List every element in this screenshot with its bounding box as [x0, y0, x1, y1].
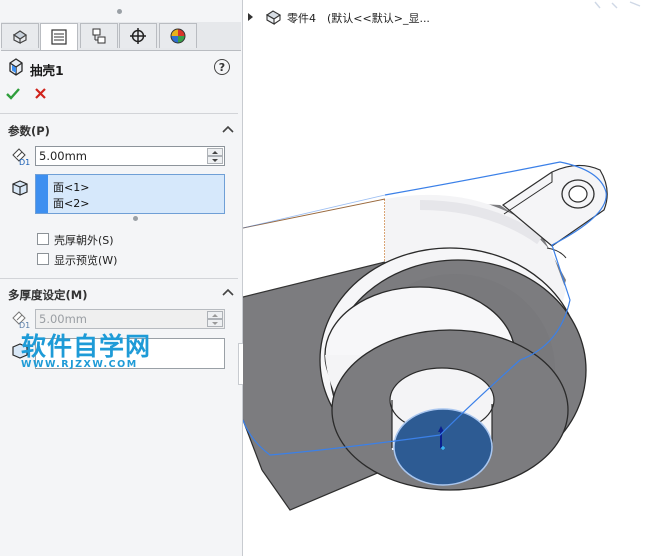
ok-button[interactable]	[5, 86, 21, 102]
spin-up-arrow-icon[interactable]	[207, 148, 223, 156]
panel-grip[interactable]	[117, 9, 122, 14]
configuration-icon	[92, 28, 106, 44]
tab-dimxpert-manager[interactable]	[119, 23, 157, 48]
part-icon[interactable]	[264, 8, 284, 26]
shell-feature-icon	[9, 58, 23, 76]
spin-down-arrow-icon[interactable]	[207, 156, 223, 164]
show-preview-label: 显示预览(W)	[54, 254, 118, 267]
spin-down-arrow-icon[interactable]	[207, 319, 223, 327]
collapse-chevron-icon[interactable]	[222, 124, 234, 134]
spin-up-arrow-icon[interactable]	[207, 311, 223, 319]
manager-tabs	[1, 22, 241, 51]
watermark-logo-text: 软件自学网	[21, 332, 152, 361]
multi-thickness-icon: D1	[12, 311, 30, 329]
property-manager: 抽壳1 ? 参数(P) D1 5.00mm 面<1> 面<2> 壳厚朝外(S) …	[0, 0, 243, 556]
divider	[0, 278, 238, 279]
feature-title: 抽壳1	[30, 63, 64, 78]
part-model-view[interactable]	[243, 0, 647, 556]
help-icon[interactable]: ?	[214, 59, 230, 75]
list-item[interactable]: 面<2>	[53, 195, 89, 211]
shell-outward-checkbox[interactable]	[37, 233, 49, 245]
crosshair-icon	[130, 28, 146, 44]
tree-expand-arrow-icon[interactable]	[248, 13, 253, 21]
faces-selection-list[interactable]: 面<1> 面<2>	[35, 174, 225, 214]
part-name[interactable]: 零件4	[287, 10, 316, 26]
cancel-button[interactable]	[33, 86, 49, 102]
view-toolbar-hint	[594, 1, 641, 9]
selection-bar	[36, 175, 48, 213]
collapse-chevron-icon[interactable]	[222, 287, 234, 297]
thickness-icon: D1	[12, 148, 30, 166]
list-resize-grip[interactable]	[133, 216, 138, 221]
appearance-ball-icon	[170, 28, 186, 44]
multi-thickness-section-title: 多厚度设定(M)	[8, 288, 88, 302]
params-section-title: 参数(P)	[8, 124, 50, 138]
divider	[0, 113, 238, 114]
graphics-area[interactable]	[243, 0, 647, 556]
feature-tree-icon	[12, 30, 28, 44]
part-configuration[interactable]: (默认<<默认>_显...	[327, 10, 430, 26]
list-item[interactable]: 面<1>	[53, 179, 89, 195]
property-list-icon	[51, 29, 67, 45]
faces-to-remove-icon	[12, 180, 28, 196]
multi-thickness-value: 5.00mm	[39, 312, 88, 326]
tab-display-manager[interactable]	[159, 23, 197, 48]
tab-configuration-manager[interactable]	[80, 23, 118, 48]
tab-feature-manager[interactable]	[1, 23, 39, 48]
multi-thickness-spinbox[interactable]: 5.00mm	[35, 309, 225, 329]
show-preview-checkbox[interactable]	[37, 253, 49, 265]
tab-property-manager[interactable]	[40, 23, 78, 50]
watermark-url: WWW.RJZXW.COM	[21, 359, 138, 370]
svg-text:D1: D1	[19, 158, 30, 166]
shell-outward-label: 壳厚朝外(S)	[54, 234, 114, 247]
thickness-value[interactable]: 5.00mm	[39, 149, 87, 163]
thickness-spinbox[interactable]: 5.00mm	[35, 146, 225, 166]
